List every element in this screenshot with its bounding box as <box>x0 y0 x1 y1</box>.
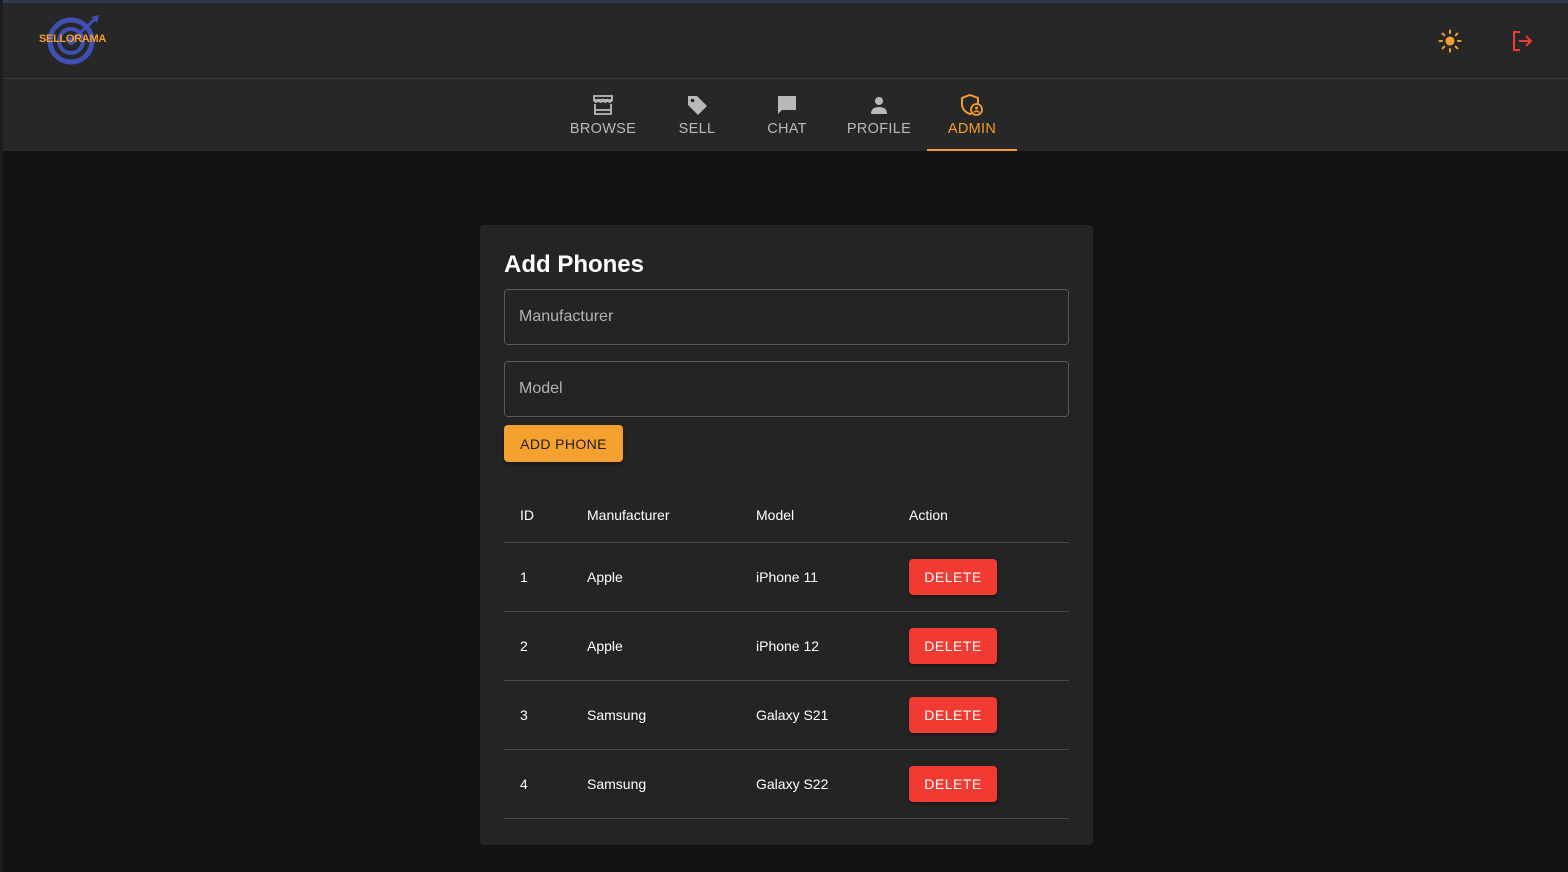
cell-id: 1 <box>504 542 587 612</box>
add-phone-button[interactable]: ADD PHONE <box>504 425 623 462</box>
tab-label-profile: PROFILE <box>846 121 912 137</box>
cell-manufacturer: Samsung <box>587 680 756 750</box>
cell-id: 2 <box>504 611 587 681</box>
manufacturer-input[interactable] <box>504 289 1069 345</box>
delete-button[interactable]: DELETE <box>909 558 997 595</box>
tab-label-sell: SELL <box>678 121 716 137</box>
page-title: Add Phones <box>504 251 645 278</box>
column-header-id: ID <box>504 488 587 543</box>
delete-button[interactable]: DELETE <box>909 765 997 802</box>
delete-button[interactable]: DELETE <box>909 627 997 664</box>
tab-label-chat: CHAT <box>767 121 807 137</box>
tab-label-admin: ADMIN <box>947 121 997 137</box>
cell-model: iPhone 12 <box>756 611 909 681</box>
tab-admin[interactable]: ADMIN <box>927 79 1017 151</box>
logout-button[interactable] <box>1502 21 1542 61</box>
app-logo[interactable]: SELLORAMA <box>37 15 109 67</box>
sun-icon <box>1438 29 1462 53</box>
tab-sell[interactable]: SELL <box>652 79 742 151</box>
tab-profile[interactable]: PROFILE <box>834 79 924 151</box>
app-bar: SELLORAMA <box>3 3 1568 79</box>
theme-toggle-button[interactable] <box>1430 21 1470 61</box>
phones-table: ID Manufacturer Model Action 1 Apple iPh… <box>504 488 1069 819</box>
table-header-row: ID Manufacturer Model Action <box>504 488 1069 543</box>
add-phones-card: Add Phones ADD PHONE ID Manufacturer Mod… <box>480 225 1093 845</box>
cell-manufacturer: Samsung <box>587 749 756 819</box>
tab-label-browse: BROWSE <box>569 121 637 137</box>
delete-button[interactable]: DELETE <box>909 696 997 733</box>
cell-manufacturer: Apple <box>587 542 756 612</box>
cell-model: Galaxy S21 <box>756 680 909 750</box>
tab-chat[interactable]: CHAT <box>742 79 832 151</box>
column-header-model: Model <box>756 488 909 543</box>
cell-action: DELETE <box>909 749 1069 819</box>
cell-id: 3 <box>504 680 587 750</box>
main-nav: BROWSE SELL CHAT PROFILE ADMIN <box>3 79 1568 151</box>
table-row: 4 Samsung Galaxy S22 DELETE <box>504 749 1069 819</box>
column-header-action: Action <box>909 488 1069 543</box>
cell-model: Galaxy S22 <box>756 749 909 819</box>
logout-icon <box>1513 31 1533 51</box>
chat-icon <box>776 93 798 117</box>
table-row: 2 Apple iPhone 12 DELETE <box>504 611 1069 681</box>
table-row: 1 Apple iPhone 11 DELETE <box>504 542 1069 612</box>
tag-icon <box>686 93 708 117</box>
column-header-manufacturer: Manufacturer <box>587 488 756 543</box>
table-row: 3 Samsung Galaxy S21 DELETE <box>504 680 1069 750</box>
person-icon <box>869 93 889 117</box>
cell-model: iPhone 11 <box>756 542 909 612</box>
logo-text: SELLORAMA <box>39 33 106 45</box>
cell-id: 4 <box>504 749 587 819</box>
cell-manufacturer: Apple <box>587 611 756 681</box>
model-input[interactable] <box>504 361 1069 417</box>
cell-action: DELETE <box>909 680 1069 750</box>
cell-action: DELETE <box>909 611 1069 681</box>
storefront-icon <box>592 93 614 117</box>
tab-browse[interactable]: BROWSE <box>559 79 647 151</box>
admin-shield-icon <box>960 93 984 117</box>
cell-action: DELETE <box>909 542 1069 612</box>
